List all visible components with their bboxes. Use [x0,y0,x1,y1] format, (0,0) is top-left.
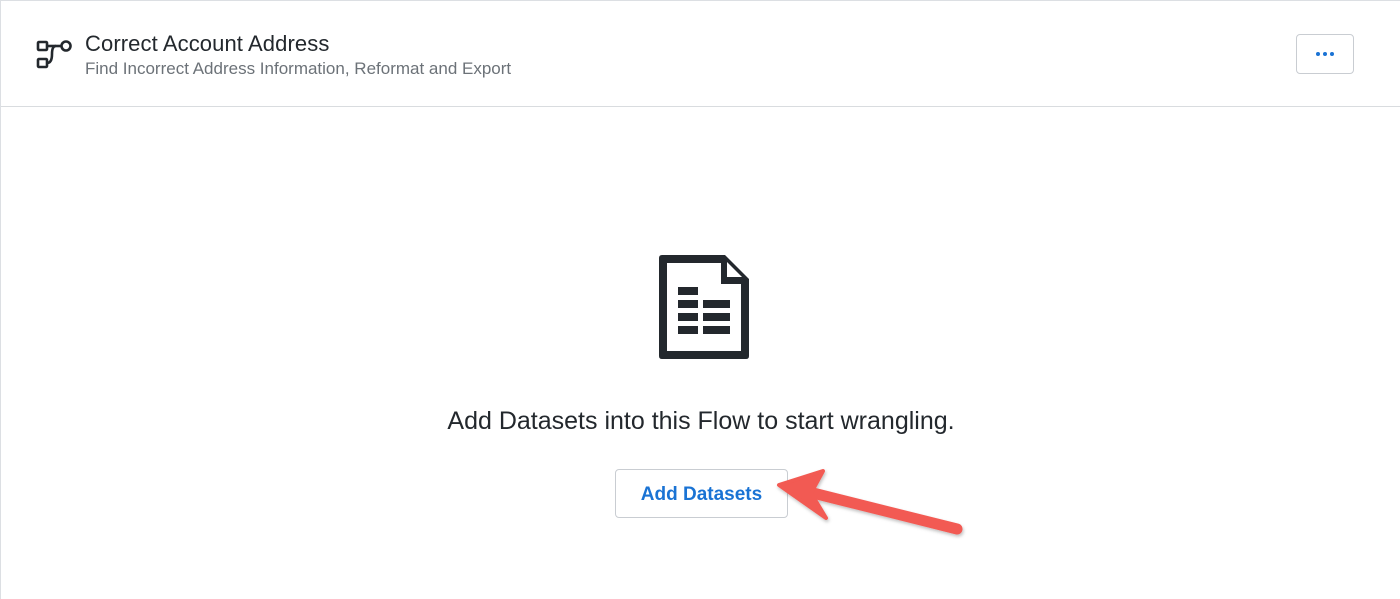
dataset-document-icon [659,255,749,359]
flow-view: Correct Account Address Find Incorrect A… [0,0,1400,599]
flow-header: Correct Account Address Find Incorrect A… [1,1,1400,107]
flow-description: Find Incorrect Address Information, Refo… [85,59,512,78]
more-options-button[interactable] [1296,34,1354,74]
more-horizontal-icon [1316,52,1334,56]
empty-state: Add Datasets into this Flow to start wra… [1,108,1400,599]
flow-title: Correct Account Address [85,31,330,56]
empty-state-message: Add Datasets into this Flow to start wra… [447,407,955,435]
add-datasets-button[interactable]: Add Datasets [615,469,788,518]
annotation-arrow [777,469,963,535]
flow-icon [36,40,72,69]
